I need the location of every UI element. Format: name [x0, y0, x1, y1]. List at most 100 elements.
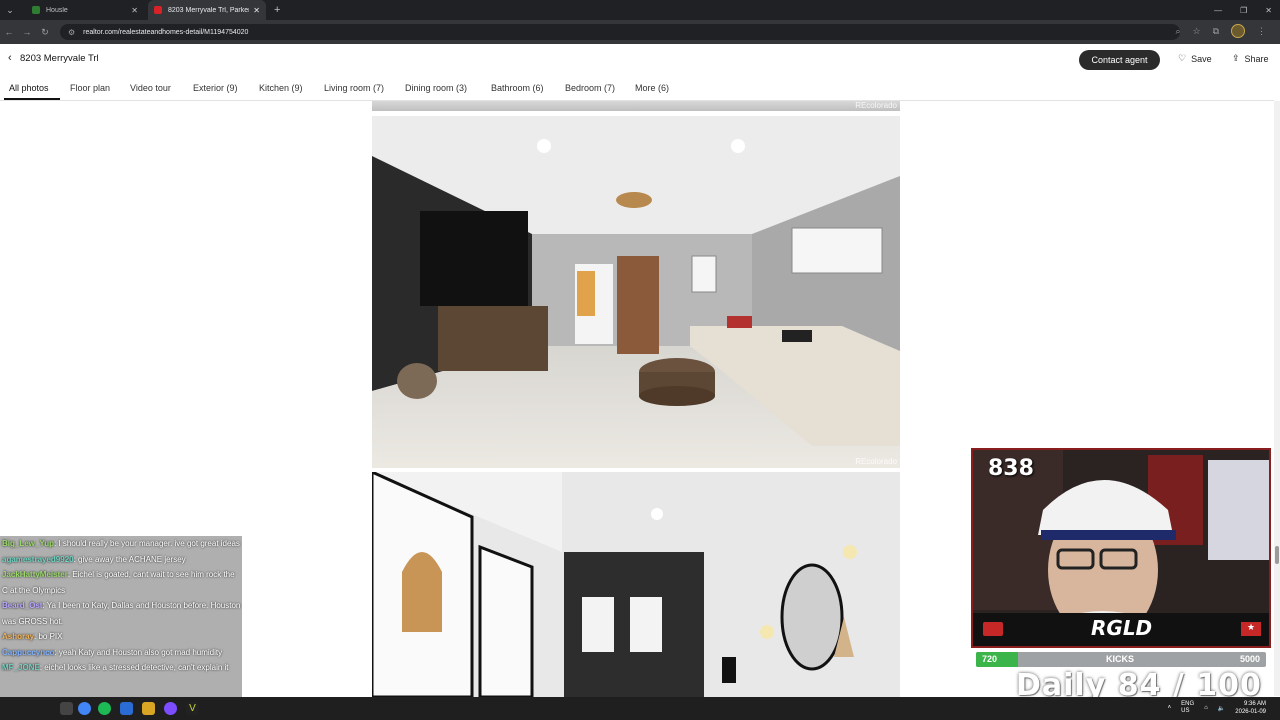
chat-message: Beard_Ost: Ya I been to Katy, Dallas and…	[0, 598, 242, 629]
filter-all-photos[interactable]: All photos	[9, 83, 49, 93]
minimize-icon[interactable]: —	[1214, 6, 1222, 15]
reload-icon[interactable]: ↻	[36, 27, 54, 38]
spotify-icon[interactable]	[98, 702, 111, 715]
filter-bathroom[interactable]: Bathroom (6)	[491, 83, 544, 93]
chat-message: agamestrayed9920: give away the ACHANE j…	[0, 552, 242, 568]
filter-more[interactable]: More (6)	[635, 83, 669, 93]
share-button[interactable]: ⇪ Share	[1232, 53, 1269, 64]
kicks-goal-bar: 720 KICKS 5000	[976, 652, 1266, 667]
chat-username: Beard_Ost	[2, 601, 43, 610]
stream-chat-overlay: Big_Lew_Yup: I should really be your man…	[0, 536, 242, 700]
restore-icon[interactable]: ❐	[1240, 6, 1247, 15]
chat-message: Cappuccynco: yeah Katy and Houston also …	[0, 645, 242, 661]
tab-realtor[interactable]: 8203 Merryvale Trl, Parker, CO ✕	[148, 0, 266, 20]
filter-kitchen[interactable]: Kitchen (9)	[259, 83, 303, 93]
page-scrollbar[interactable]	[1274, 101, 1280, 696]
active-filter-indicator	[4, 98, 60, 100]
housle-favicon-icon	[32, 6, 40, 14]
discord-icon[interactable]	[164, 702, 177, 715]
toolbar-actions: ⌕ ☆ ⧉ ⋮	[1175, 24, 1266, 38]
photo-filter-tabs: All photos Floor plan Video tour Exterio…	[0, 76, 1274, 101]
network-icon[interactable]: ⌂	[1204, 705, 1208, 711]
filter-video-tour[interactable]: Video tour	[130, 83, 171, 93]
tray-chevron-icon[interactable]: ˄	[1168, 705, 1172, 711]
bookmark-star-icon[interactable]: ☆	[1192, 26, 1200, 37]
volume-icon[interactable]: 🔈	[1218, 705, 1225, 712]
chat-text: : I should really be your manager. ive g…	[54, 539, 240, 548]
forward-icon[interactable]: →	[18, 27, 36, 37]
profile-avatar[interactable]	[1231, 24, 1245, 38]
close-window-icon[interactable]: ✕	[1265, 6, 1272, 15]
page-scrollbar-thumb[interactable]	[1275, 546, 1279, 564]
bathroom-photo-image	[372, 472, 900, 697]
tab-title: 8203 Merryvale Trl, Parker, CO	[168, 6, 249, 14]
chat-message: MF_JONE: eichel looks like a stressed de…	[0, 660, 242, 676]
clock[interactable]: 9:36 AM 2026-01-09	[1235, 700, 1266, 716]
tab-title: Housle	[46, 6, 68, 14]
clock-time: 9:36 AM	[1243, 701, 1266, 707]
chat-message: Ashoray: bo PIX	[0, 629, 242, 645]
share-icon: ⇪	[1232, 53, 1240, 63]
chat-text: : give away the ACHANE jersey	[73, 554, 186, 564]
clock-date: 2026-01-09	[1235, 709, 1266, 715]
close-tab-icon[interactable]: ✕	[253, 6, 260, 15]
kicks-label: KICKS	[1106, 654, 1135, 664]
chat-username: JackHattyMeister	[2, 570, 68, 579]
v-app-icon[interactable]: V	[186, 702, 199, 715]
photo-watermark: REcolorado	[855, 101, 897, 110]
stream-brand-bar: RGLD ★	[973, 613, 1269, 646]
listing-address[interactable]: 8203 Merryvale Trl	[20, 53, 99, 64]
realtor-favicon-icon	[154, 6, 162, 14]
chat-text: : yeah Katy and Houston also got mad hum…	[54, 647, 223, 657]
listing-photo[interactable]: REcolorado	[372, 101, 900, 111]
chrome-icon[interactable]	[78, 702, 91, 715]
language-indicator[interactable]: ENG US	[1181, 701, 1194, 715]
photo-watermark: REcolorado	[855, 457, 897, 466]
close-tab-icon[interactable]: ✕	[131, 6, 138, 15]
filter-living-room[interactable]: Living room (7)	[324, 83, 384, 93]
chat-username: agamestrayed9920	[2, 554, 74, 564]
kicks-current: 720	[982, 654, 998, 664]
back-chevron-icon[interactable]: ‹	[8, 52, 12, 64]
chat-username: Ashoray	[2, 632, 35, 641]
back-icon[interactable]: ←	[0, 27, 18, 37]
folder-icon[interactable]	[142, 702, 155, 715]
star-icon: ★	[1241, 622, 1261, 636]
site-info-icon[interactable]: ⚙	[68, 28, 75, 37]
heart-icon: ♡	[1178, 53, 1187, 63]
browser-tabbar: ⌄ Housle ✕ 8203 Merryvale Trl, Parker, C…	[0, 0, 1280, 20]
filter-bedroom[interactable]: Bedroom (7)	[565, 83, 615, 93]
filter-exterior[interactable]: Exterior (9)	[193, 83, 238, 93]
chat-username: Big_Lew_Yup	[2, 539, 55, 548]
chat-message: JackHattyMeister: Eichel is goated, cant…	[0, 567, 242, 598]
filter-dining-room[interactable]: Dining room (3)	[405, 83, 467, 93]
kicks-goal: 5000	[1239, 654, 1260, 664]
tab-housle[interactable]: Housle ✕	[26, 0, 144, 20]
extensions-icon[interactable]: ⧉	[1213, 26, 1219, 37]
tab-search-icon[interactable]: ⌄	[2, 0, 18, 20]
brand-logo: RGLD	[1091, 616, 1153, 640]
filter-floor-plan[interactable]: Floor plan	[70, 83, 110, 93]
chat-text: : bo PIX	[34, 632, 63, 641]
listing-photo-basement[interactable]: REcolorado	[372, 116, 900, 468]
chat-text: : eichel looks like a stressed detective…	[39, 663, 229, 672]
chat-message: Big_Lew_Yup: I should really be your man…	[0, 536, 242, 552]
search-icon[interactable]	[60, 702, 73, 715]
save-button[interactable]: ♡ Save	[1178, 53, 1212, 64]
chat-username: Cappuccynco	[2, 647, 55, 657]
app-icon[interactable]	[120, 702, 133, 715]
brand-badge-icon	[983, 622, 1003, 636]
new-tab-icon[interactable]: +	[274, 4, 280, 16]
screen: ⌄ Housle ✕ 8203 Merryvale Trl, Parker, C…	[0, 0, 1280, 720]
window-controls: — ❐ ✕	[1214, 0, 1272, 20]
contact-agent-button[interactable]: Contact agent	[1079, 50, 1160, 70]
zoom-icon[interactable]: ⌕	[1175, 26, 1180, 37]
url-text: realtor.com/realestateandhomes-detail/M1…	[83, 28, 249, 36]
chat-username: MF_JONE	[2, 663, 40, 672]
listing-photo-bathroom[interactable]	[372, 472, 900, 697]
address-bar[interactable]: ⚙ realtor.com/realestateandhomes-detail/…	[60, 24, 1180, 40]
basement-photo-image	[372, 116, 900, 468]
system-tray: ˄ ENG US ⌂ 🔈 9:36 AM 2026-01-09	[1168, 700, 1266, 716]
browser-toolbar: ← → ↻ ⚙ realtor.com/realestateandhomes-d…	[0, 20, 1280, 44]
menu-icon[interactable]: ⋮	[1257, 26, 1266, 37]
